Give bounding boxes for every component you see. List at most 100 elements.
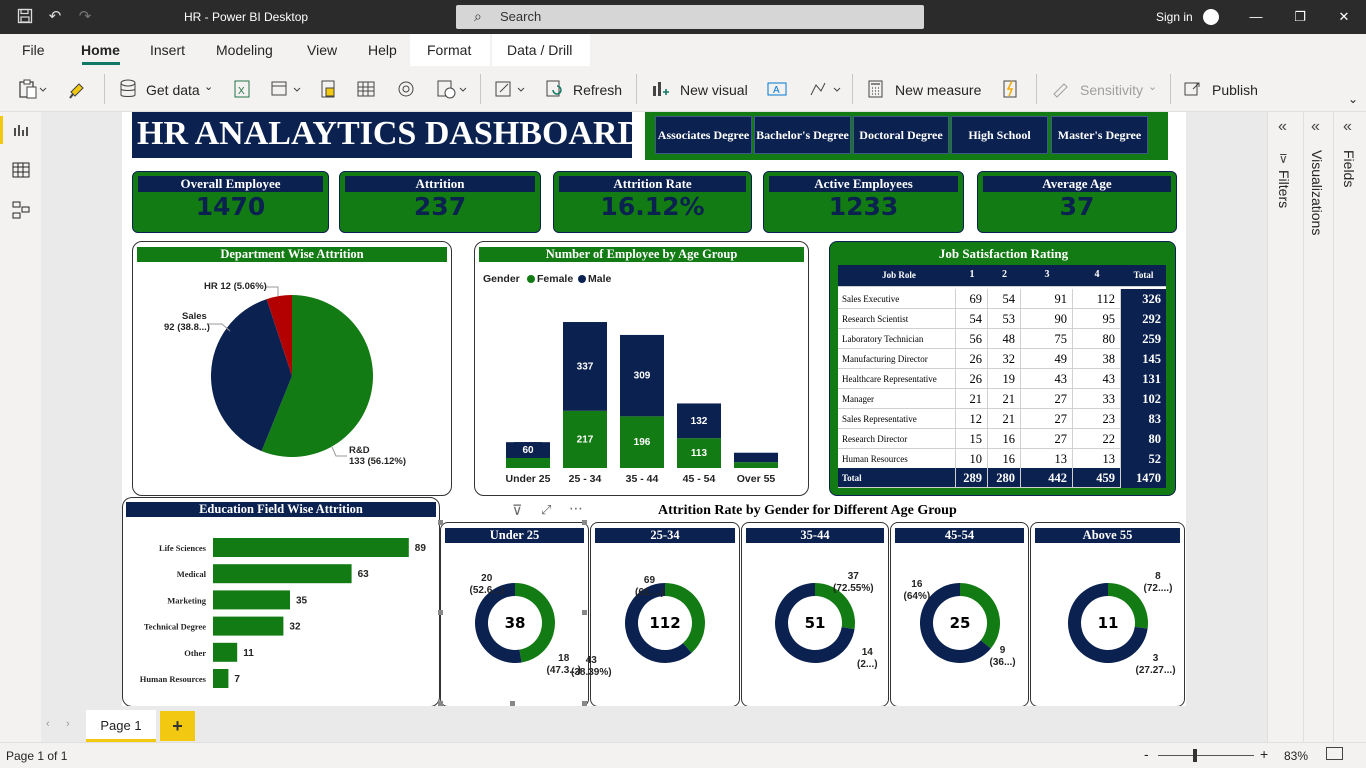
slicer-doctoral-degree[interactable]: Doctoral Degree <box>853 116 949 154</box>
report-view-icon[interactable] <box>12 122 30 143</box>
donut-chart[interactable]: 112 <box>620 578 710 668</box>
transform-data-icon[interactable] <box>436 78 467 100</box>
kpi-card[interactable]: Attrition 237 <box>339 171 541 233</box>
matrix-row[interactable]: Research Scientist 54 53 90 95 292 <box>838 309 1166 329</box>
age-group-bar-chart[interactable]: 60 Under 25 337 217 25 - 34 309 196 35 - 44 132 1… <box>474 290 809 490</box>
dataset-icon[interactable] <box>270 78 301 100</box>
bar[interactable] <box>213 590 290 610</box>
refresh-button[interactable]: Refresh <box>573 82 622 98</box>
bar[interactable] <box>213 669 229 688</box>
fields-label[interactable]: Fields <box>1341 150 1357 187</box>
text-box-icon[interactable]: A <box>766 78 787 100</box>
get-data-button[interactable]: Get data <box>146 82 200 98</box>
next-page-icon[interactable]: › <box>66 718 70 730</box>
tab-help[interactable]: Help <box>368 42 397 58</box>
search-box[interactable]: ⌕ Search <box>456 5 924 29</box>
resize-handle[interactable] <box>438 610 443 615</box>
save-icon[interactable] <box>16 8 34 26</box>
redo-icon[interactable]: ↷ <box>76 8 94 26</box>
bar[interactable] <box>213 642 238 662</box>
matrix-row[interactable]: Laboratory Technician 56 48 75 80 259 <box>838 329 1166 349</box>
bar[interactable] <box>213 538 409 557</box>
tab-insert[interactable]: Insert <box>150 42 185 58</box>
filter-icon[interactable]: ⊽ <box>512 502 522 519</box>
bar[interactable] <box>213 564 352 584</box>
avatar[interactable] <box>1203 9 1219 25</box>
fit-to-page-icon[interactable] <box>1326 747 1343 760</box>
database-icon[interactable] <box>118 78 138 100</box>
tab-data-drill[interactable]: Data / Drill <box>507 42 572 58</box>
transform-icon[interactable] <box>494 78 525 100</box>
kpi-card[interactable]: Overall Employee 1470 <box>132 171 329 233</box>
add-page-button[interactable]: + <box>160 711 195 741</box>
matrix-total-row[interactable]: Total 289 280 442 459 1470 <box>838 468 1166 488</box>
filters-pane[interactable]: « ⊽ Filters <box>1267 112 1303 742</box>
model-view-icon[interactable] <box>12 201 30 224</box>
bar[interactable] <box>213 616 284 636</box>
more-options-icon[interactable]: ⋯ <box>569 500 583 517</box>
zoom-slider-thumb[interactable] <box>1193 749 1197 762</box>
restore-icon[interactable]: ❐ <box>1290 8 1310 26</box>
visualizations-label[interactable]: Visualizations <box>1309 150 1325 235</box>
expand-filters-icon[interactable]: « <box>1278 118 1287 136</box>
calculator-icon[interactable] <box>866 78 886 100</box>
expand-fields-icon[interactable]: « <box>1343 118 1352 136</box>
minimize-icon[interactable]: — <box>1246 8 1266 26</box>
page-tab[interactable]: Page 1 <box>86 710 156 742</box>
slicer-bachelors-degree[interactable]: Bachelor's Degree <box>754 116 851 154</box>
matrix-header-cell[interactable]: 4 <box>1073 265 1121 285</box>
kpi-card[interactable]: Attrition Rate 16.12% <box>553 171 752 233</box>
recent-sources-icon[interactable] <box>396 78 416 100</box>
matrix-header-total[interactable]: Total <box>1121 265 1166 285</box>
tab-view[interactable]: View <box>307 42 337 58</box>
matrix-row[interactable]: Manufacturing Director 26 32 49 38 145 <box>838 349 1166 369</box>
bar-female[interactable] <box>506 457 550 468</box>
bar-female[interactable] <box>734 462 778 468</box>
tab-modeling[interactable]: Modeling <box>216 42 273 58</box>
visualizations-pane[interactable]: « Visualizations <box>1303 112 1333 742</box>
quick-measure-icon[interactable] <box>1000 78 1020 100</box>
bar-male[interactable] <box>734 452 778 463</box>
focus-mode-icon[interactable]: ⤢ <box>541 502 551 518</box>
tab-file[interactable]: File <box>22 42 45 58</box>
sign-in-link[interactable]: Sign in <box>1156 10 1193 24</box>
legend-male[interactable]: Male <box>588 273 611 285</box>
close-icon[interactable]: ✕ <box>1334 8 1354 26</box>
new-visual-icon[interactable] <box>650 78 670 100</box>
slicer-masters-degree[interactable]: Master's Degree <box>1051 116 1148 154</box>
slicer-associates-degree[interactable]: Associates Degree <box>655 116 752 154</box>
kpi-card[interactable]: Active Employees 1233 <box>763 171 964 233</box>
matrix-row[interactable]: Human Resources 10 16 13 13 52 <box>838 449 1166 469</box>
resize-handle[interactable] <box>582 520 587 525</box>
enter-data-icon[interactable] <box>356 78 376 100</box>
matrix-row[interactable]: Research Director 15 16 27 22 80 <box>838 429 1166 449</box>
tab-home[interactable]: Home <box>81 42 120 58</box>
filters-label[interactable]: Filters <box>1276 170 1292 208</box>
paste-icon[interactable] <box>18 78 47 100</box>
data-view-icon[interactable] <box>12 162 30 183</box>
resize-handle[interactable] <box>582 610 587 615</box>
refresh-icon[interactable] <box>544 78 564 100</box>
collapse-ribbon-icon[interactable]: ⌄ <box>1348 92 1358 106</box>
more-visuals-icon[interactable] <box>808 78 841 100</box>
matrix-row[interactable]: Sales Representative 12 21 27 23 83 <box>838 409 1166 429</box>
format-painter-icon[interactable] <box>68 78 88 100</box>
matrix-row[interactable]: Manager 21 21 27 33 102 <box>838 389 1166 409</box>
chevron-down-icon[interactable]: ⌄ <box>204 80 213 93</box>
matrix-header-cell[interactable]: 1 <box>956 265 988 285</box>
new-measure-button[interactable]: New measure <box>895 82 981 98</box>
publish-icon[interactable] <box>1182 78 1202 100</box>
undo-icon[interactable]: ↶ <box>46 8 64 26</box>
matrix-row[interactable]: Healthcare Representative 26 19 43 43 131 <box>838 369 1166 389</box>
matrix-header-cell[interactable]: 3 <box>1021 265 1073 285</box>
slicer-high-school[interactable]: High School <box>951 116 1048 154</box>
expand-visualizations-icon[interactable]: « <box>1311 118 1320 136</box>
education-field-bar-chart[interactable]: Life Sciences 89 Medical 63 Marketing 35 Techn… <box>122 530 440 700</box>
resize-handle[interactable] <box>438 520 443 525</box>
new-visual-button[interactable]: New visual <box>680 82 748 98</box>
excel-icon[interactable]: X <box>232 78 252 100</box>
kpi-card[interactable]: Average Age 37 <box>977 171 1177 233</box>
job-satisfaction-matrix[interactable]: Job Role 1 2 3 4 Total Sales Executive 69 54 91 11… <box>838 265 1166 488</box>
zoom-out-icon[interactable]: - <box>1144 746 1149 762</box>
prev-page-icon[interactable]: ‹ <box>46 718 50 730</box>
